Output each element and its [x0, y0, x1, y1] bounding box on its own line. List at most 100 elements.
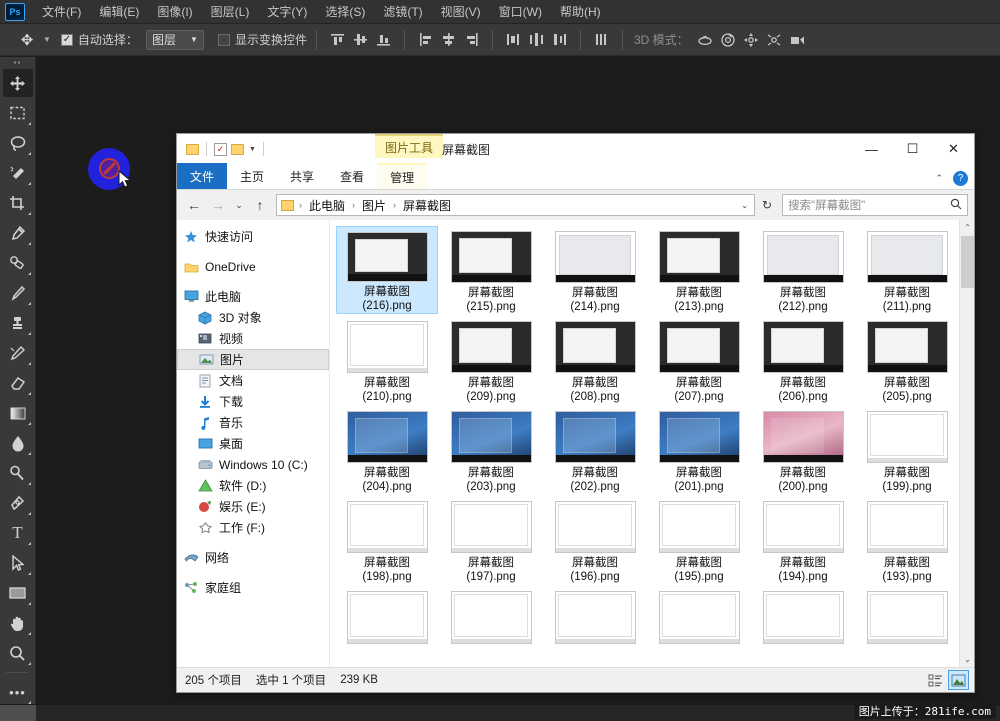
path-selection-tool[interactable] — [3, 549, 33, 577]
forward-button[interactable]: → — [207, 194, 229, 216]
sidebar-item-3[interactable]: 3D 对象 — [177, 307, 329, 328]
menu-type[interactable]: 文字(Y) — [258, 0, 316, 23]
help-icon[interactable]: ? — [953, 171, 968, 186]
file-tile[interactable]: 屏幕截图(204).png — [336, 406, 438, 494]
details-view-button[interactable] — [925, 670, 946, 690]
file-tile[interactable]: 屏幕截图(210).png — [336, 316, 438, 404]
breadcrumb-pictures[interactable]: 图片 — [360, 197, 388, 214]
move-tool[interactable] — [3, 69, 33, 97]
file-tile[interactable]: 屏幕截图(212).png — [752, 226, 854, 314]
file-tile[interactable]: 屏幕截图(195).png — [648, 496, 750, 584]
file-list-pane[interactable]: 屏幕截图(216).png屏幕截图(215).png屏幕截图(214).png屏… — [330, 220, 974, 667]
align-vertical-centers-icon[interactable] — [352, 29, 369, 51]
save-icon[interactable] — [186, 144, 199, 155]
menu-image[interactable]: 图像(I) — [148, 0, 201, 23]
file-tile[interactable]: 屏幕截图(205).png — [856, 316, 958, 404]
move-tool-icon[interactable]: ✥ — [14, 28, 40, 52]
menu-file[interactable]: 文件(F) — [33, 0, 90, 23]
scrollbar-thumb[interactable] — [961, 236, 974, 288]
eraser-tool[interactable] — [3, 369, 33, 397]
file-tile[interactable]: 屏幕截图(197).png — [440, 496, 542, 584]
sidebar-item-15[interactable]: 家庭组 — [177, 577, 329, 598]
tab-share[interactable]: 共享 — [277, 163, 327, 189]
sidebar-item-10[interactable]: Windows 10 (C:) — [177, 454, 329, 475]
align-horizontal-centers-icon[interactable] — [440, 29, 457, 51]
slide-3d-object-icon[interactable] — [766, 29, 783, 51]
file-tile[interactable]: 屏幕截图(207).png — [648, 316, 750, 404]
file-tile-partial[interactable] — [752, 586, 854, 667]
sidebar-item-0[interactable]: 快速访问 — [177, 226, 329, 247]
history-brush-tool[interactable] — [3, 339, 33, 367]
align-top-edges-icon[interactable] — [329, 29, 346, 51]
menu-view[interactable]: 视图(V) — [432, 0, 490, 23]
sidebar-item-13[interactable]: 工作 (F:) — [177, 517, 329, 538]
file-tile[interactable]: 屏幕截图(211).png — [856, 226, 958, 314]
breadcrumb-this-pc[interactable]: 此电脑 — [307, 197, 347, 214]
tab-manage[interactable]: 管理 — [377, 163, 427, 189]
file-tile[interactable]: 屏幕截图(214).png — [544, 226, 646, 314]
tab-file[interactable]: 文件 — [177, 163, 227, 189]
align-bottom-edges-icon[interactable] — [375, 29, 392, 51]
spot-healing-brush-tool[interactable] — [3, 249, 33, 277]
sidebar-item-5[interactable]: 图片 — [177, 349, 329, 370]
large-icons-view-button[interactable] — [948, 670, 969, 690]
file-tile[interactable]: 屏幕截图(203).png — [440, 406, 542, 494]
breadcrumb[interactable]: › 此电脑 › 图片 › 屏幕截图 ⌄ — [276, 194, 755, 216]
file-tile[interactable]: 屏幕截图(209).png — [440, 316, 542, 404]
dodge-tool[interactable] — [3, 459, 33, 487]
distribute-spacing-icon[interactable] — [593, 29, 610, 51]
file-tile-partial[interactable] — [544, 586, 646, 667]
sidebar-item-12[interactable]: 娱乐 (E:) — [177, 496, 329, 517]
menu-filter[interactable]: 滤镜(T) — [374, 0, 431, 23]
file-tile[interactable]: 屏幕截图(208).png — [544, 316, 646, 404]
file-tile[interactable]: 屏幕截图(201).png — [648, 406, 750, 494]
sidebar-item-11[interactable]: 软件 (D:) — [177, 475, 329, 496]
file-tile[interactable]: 屏幕截图(194).png — [752, 496, 854, 584]
file-tile[interactable]: 屏幕截图(213).png — [648, 226, 750, 314]
breadcrumb-screenshots[interactable]: 屏幕截图 — [401, 197, 453, 214]
gradient-tool[interactable] — [3, 399, 33, 427]
back-button[interactable]: ← — [183, 194, 205, 216]
sidebar-item-4[interactable]: 视频 — [177, 328, 329, 349]
menu-edit[interactable]: 编辑(E) — [90, 0, 148, 23]
chevron-up-icon[interactable]: ⌃ — [935, 173, 943, 184]
file-tile[interactable]: 屏幕截图(200).png — [752, 406, 854, 494]
file-tile[interactable]: 屏幕截图(198).png — [336, 496, 438, 584]
scroll-down-arrow-icon[interactable]: ⌄ — [960, 652, 974, 667]
pan-3d-object-icon[interactable] — [743, 29, 760, 51]
scroll-up-arrow-icon[interactable]: ⌃ — [960, 220, 974, 235]
file-tile-partial[interactable] — [336, 586, 438, 667]
sidebar-item-6[interactable]: 文档 — [177, 370, 329, 391]
tab-home[interactable]: 主页 — [227, 163, 277, 189]
auto-select-checkbox[interactable]: ✓ — [61, 34, 73, 46]
vertical-scrollbar[interactable]: ⌃ ⌄ — [959, 220, 974, 667]
align-right-edges-icon[interactable] — [463, 29, 480, 51]
panel-grip-icon[interactable]: ▪▪ — [0, 57, 35, 69]
menu-layer[interactable]: 图层(L) — [202, 0, 259, 23]
distribute-right-icon[interactable] — [551, 29, 568, 51]
minimize-button[interactable]: — — [851, 134, 892, 164]
file-tile[interactable]: 屏幕截图(196).png — [544, 496, 646, 584]
clone-stamp-tool[interactable] — [3, 309, 33, 337]
menu-select[interactable]: 选择(S) — [316, 0, 374, 23]
tab-view[interactable]: 查看 — [327, 163, 377, 189]
file-tile-partial[interactable] — [856, 586, 958, 667]
sidebar-item-1[interactable]: OneDrive — [177, 256, 329, 277]
file-tile-partial[interactable] — [648, 586, 750, 667]
search-input[interactable]: 搜索"屏幕截图" — [782, 194, 968, 216]
tool-preset-chevron-icon[interactable]: ▼ — [43, 35, 51, 44]
menu-window[interactable]: 窗口(W) — [490, 0, 551, 23]
show-transform-checkbox[interactable]: ✓ — [218, 34, 230, 46]
close-button[interactable]: ✕ — [933, 134, 974, 164]
rotate-3d-object-icon[interactable] — [697, 29, 714, 51]
pen-tool[interactable] — [3, 489, 33, 517]
rectangular-marquee-tool[interactable] — [3, 99, 33, 127]
refresh-button[interactable]: ↻ — [757, 198, 777, 212]
distribute-left-icon[interactable] — [505, 29, 522, 51]
file-tile[interactable]: 屏幕截图(215).png — [440, 226, 542, 314]
align-left-edges-icon[interactable] — [417, 29, 434, 51]
maximize-button[interactable]: ☐ — [892, 134, 933, 164]
file-tile[interactable]: 屏幕截图(216).png — [336, 226, 438, 314]
layer-scope-select[interactable]: 图层 ▼ — [146, 30, 204, 50]
properties-icon[interactable]: ✓ — [214, 143, 227, 156]
